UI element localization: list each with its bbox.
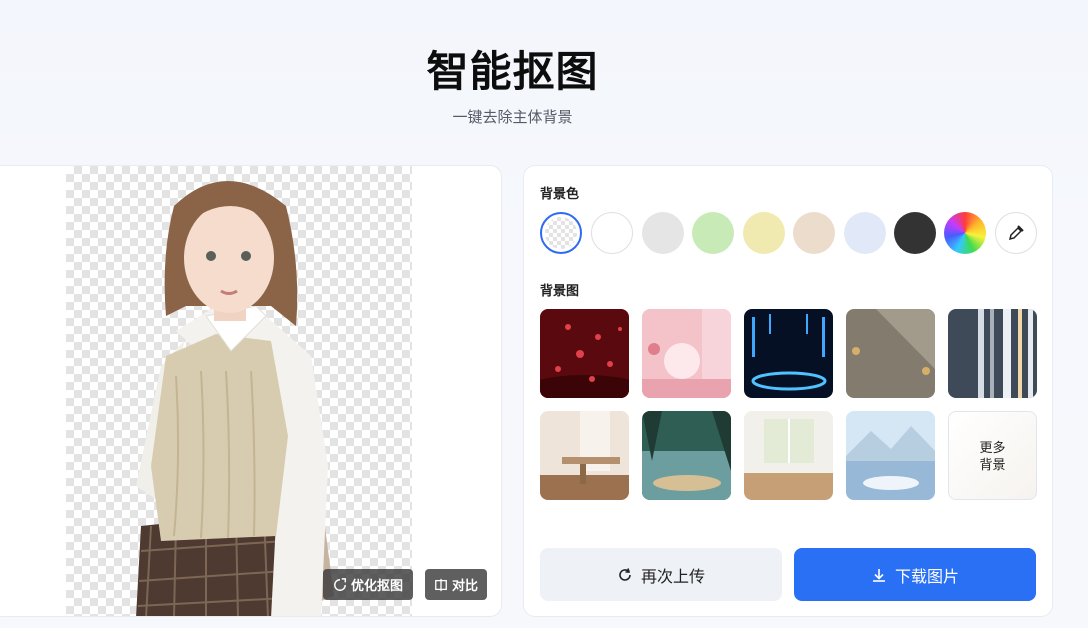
swatch-light-gray[interactable] [642, 212, 684, 254]
reupload-button[interactable]: 再次上传 [540, 548, 782, 601]
page-subtitle: 一键去除主体背景 [452, 109, 573, 126]
bg-thumb-wooden-table[interactable] [540, 411, 629, 500]
bg-thumb-gray-wall[interactable] [846, 309, 935, 398]
bg-thumb-neon-stage[interactable] [744, 309, 833, 398]
page-title: 智能抠图 [426, 48, 599, 95]
more-backgrounds-line2: 背景 [979, 456, 1006, 472]
download-image-label: 下载图片 [894, 568, 959, 586]
bg-thumb-pink-room[interactable] [642, 309, 731, 398]
swatch-custom-color[interactable] [944, 212, 986, 254]
download-image-button[interactable]: 下载图片 [794, 548, 1036, 601]
cutout-subject-image [136, 181, 334, 616]
background-settings-panel: 背景色 背景图 更多 背景 再次上传 下载图片 [523, 165, 1053, 617]
bg-thumb-snow-lake[interactable] [846, 411, 935, 500]
refine-cutout-label: 优化抠图 [350, 578, 403, 593]
more-backgrounds-line1: 更多 [979, 439, 1006, 455]
preview-card: 优化抠图 对比 [0, 165, 502, 617]
swatch-light-yellow[interactable] [743, 212, 785, 254]
bg-thumb-striped-panels[interactable] [948, 309, 1037, 398]
swatch-beige[interactable] [793, 212, 835, 254]
refine-icon [334, 577, 346, 591]
swatch-light-green[interactable] [692, 212, 734, 254]
refine-cutout-button[interactable]: 优化抠图 [323, 569, 413, 600]
swatch-transparent[interactable] [540, 212, 582, 254]
compare-icon [435, 578, 447, 591]
bg-thumb-forest-lake[interactable] [642, 411, 731, 500]
compare-label: 对比 [451, 578, 478, 593]
bg-thumb-red-hearts[interactable] [540, 309, 629, 398]
more-backgrounds-button[interactable]: 更多 背景 [948, 411, 1037, 500]
swatch-light-blue[interactable] [844, 212, 886, 254]
download-icon [872, 568, 885, 582]
bg-thumb-bright-room[interactable] [744, 411, 833, 500]
refresh-icon [619, 567, 631, 581]
bg-color-label: 背景色 [540, 186, 580, 201]
compare-button[interactable]: 对比 [425, 569, 487, 600]
eyedropper-icon [1008, 225, 1024, 241]
bg-image-label: 背景图 [540, 283, 580, 298]
eyedropper-button[interactable] [995, 212, 1037, 254]
swatch-dark-gray[interactable] [894, 212, 936, 254]
swatch-white[interactable] [591, 212, 633, 254]
reupload-label: 再次上传 [640, 568, 705, 586]
